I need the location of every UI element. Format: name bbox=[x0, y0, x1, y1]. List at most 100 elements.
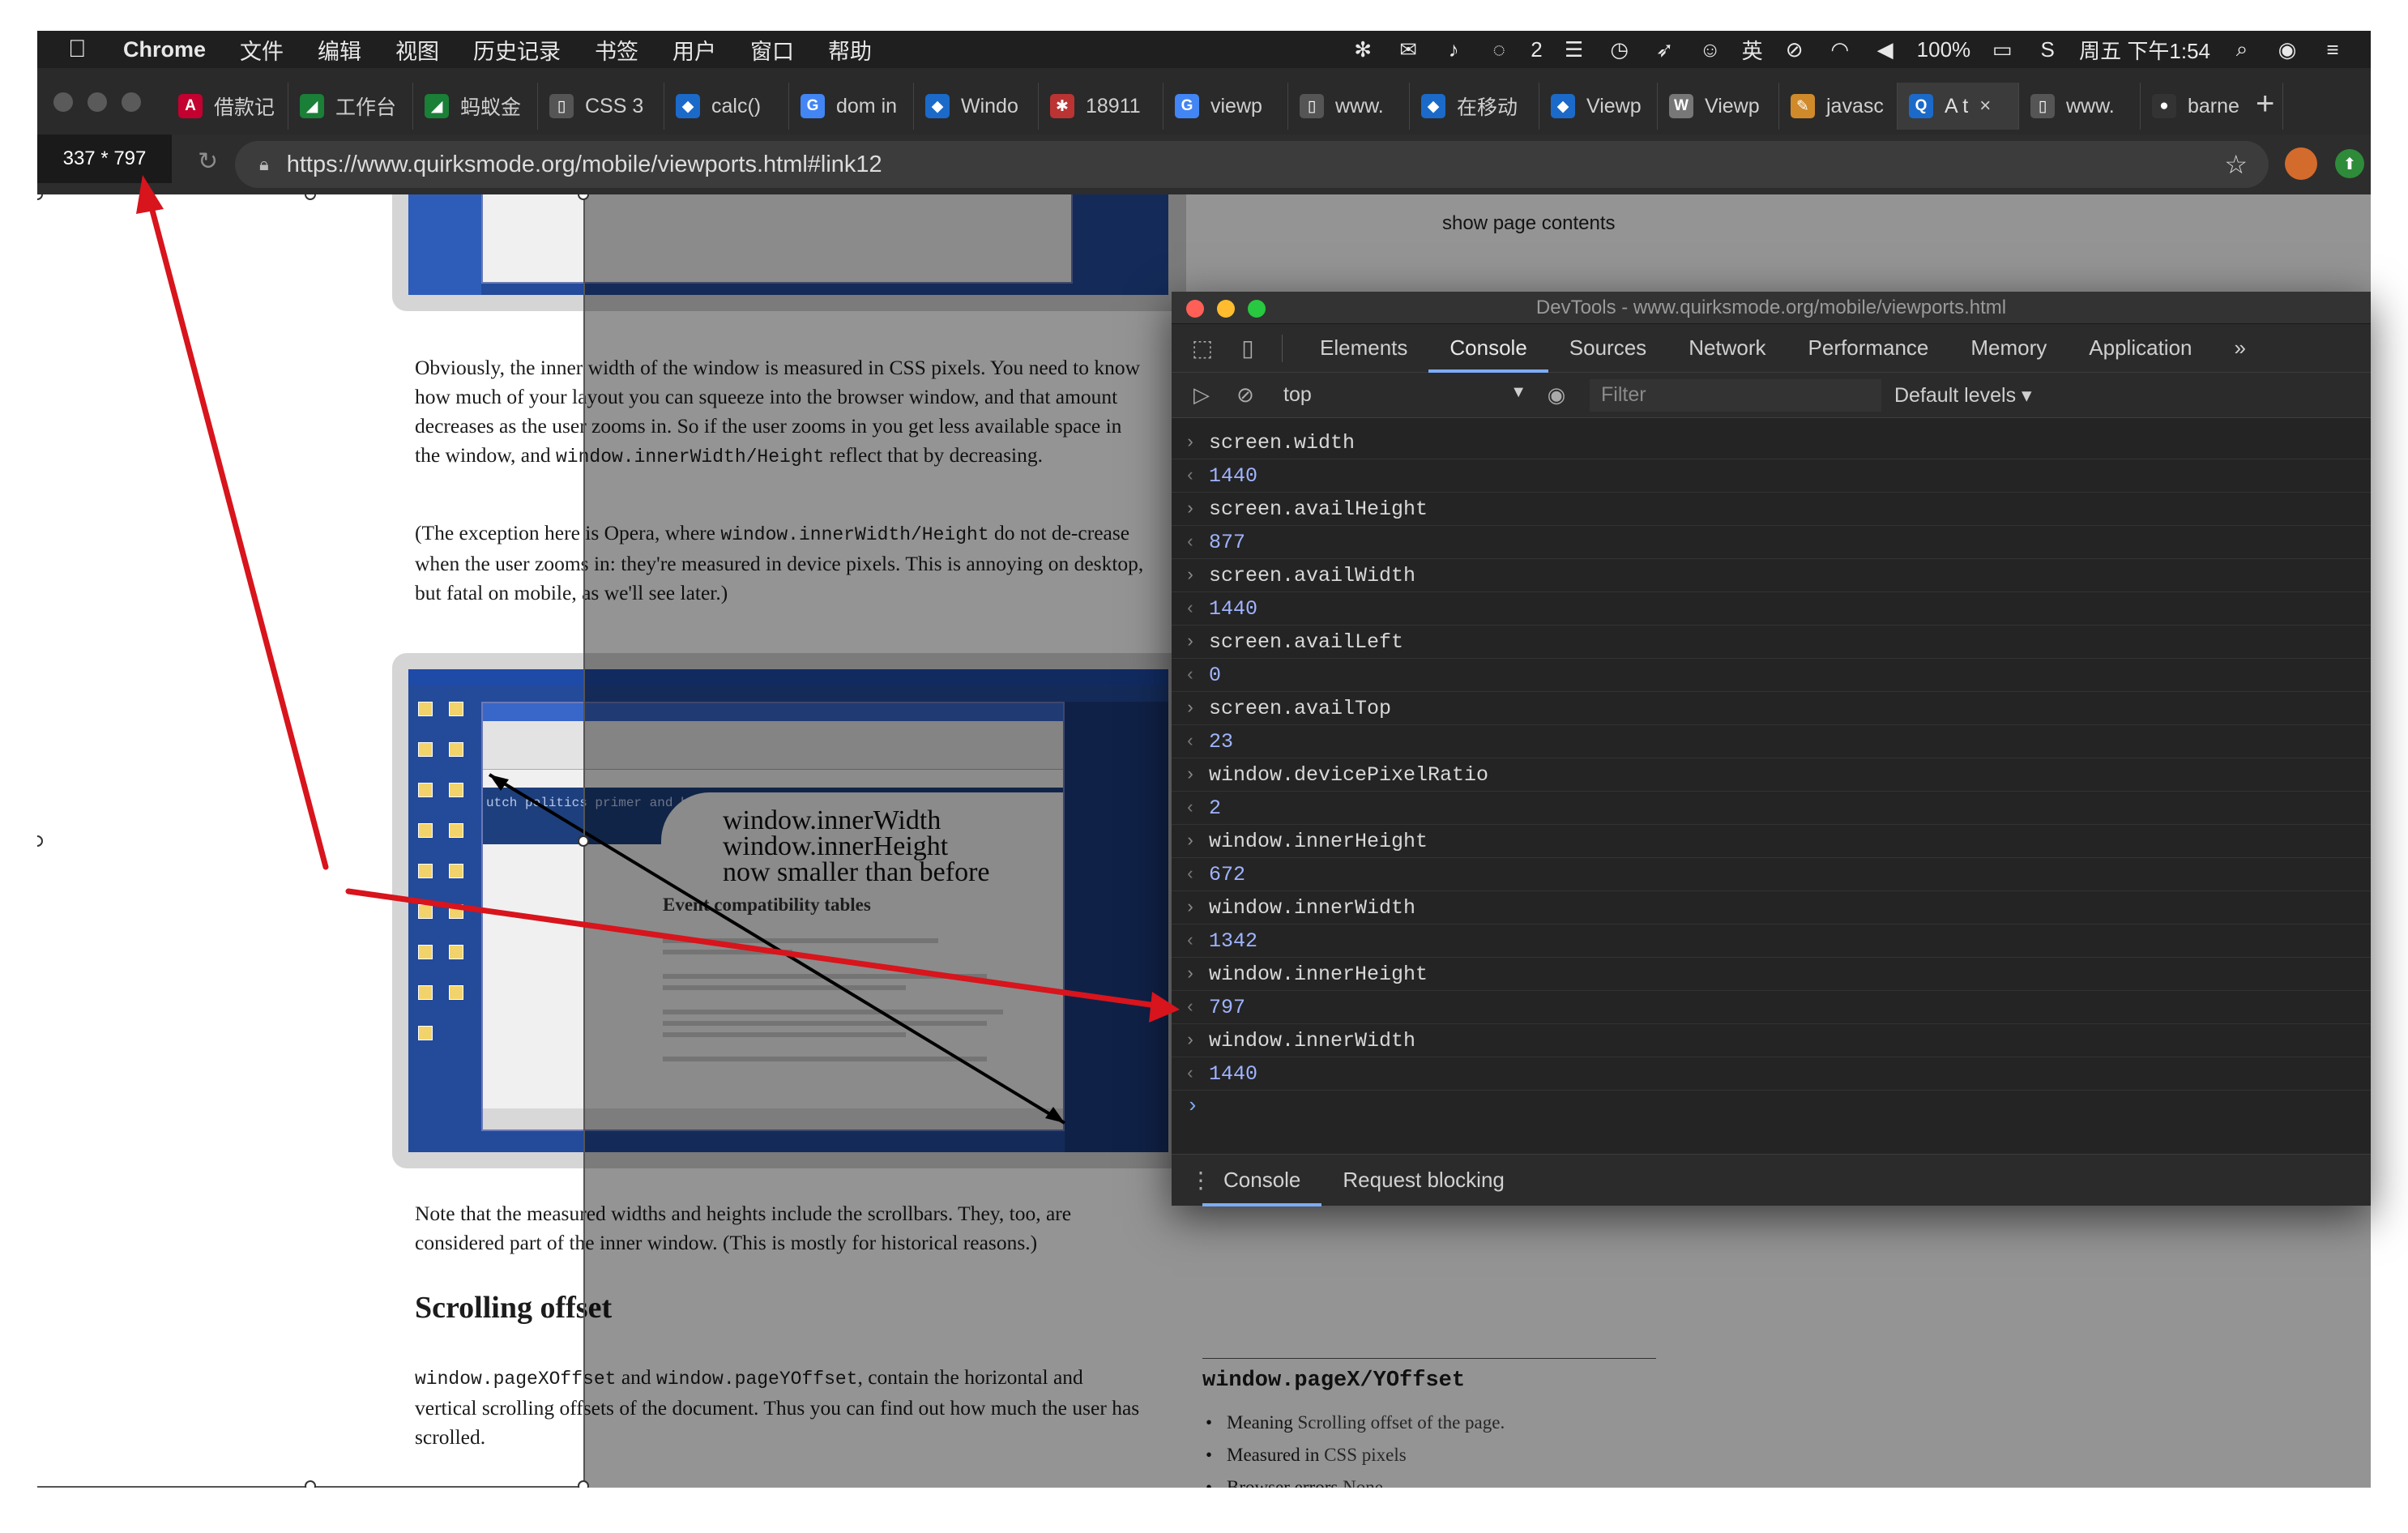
browser-tab[interactable]: ◆ calc() bbox=[664, 83, 789, 130]
browser-tab[interactable]: Gdom in bbox=[789, 83, 914, 130]
console-result-row[interactable]: ‹ 1342 bbox=[1172, 924, 2371, 958]
console-result-row[interactable]: ‹ 672 bbox=[1172, 858, 2371, 891]
devtools-zoom-button[interactable] bbox=[1248, 300, 1266, 318]
wechat-icon[interactable]: ✉ bbox=[1394, 36, 1422, 63]
tab-sources[interactable]: Sources bbox=[1548, 324, 1667, 373]
browser-tab[interactable]: ◢ 蚂蚁金 bbox=[413, 83, 538, 130]
wifi-icon[interactable]: ◠ bbox=[1826, 36, 1854, 63]
clear-console-icon[interactable]: ⊘ bbox=[1232, 382, 1259, 409]
minimize-window-button[interactable] bbox=[88, 92, 107, 112]
tab-memory[interactable]: Memory bbox=[1949, 324, 2068, 373]
console-result-row[interactable]: ‹ 1440 bbox=[1172, 1057, 2371, 1091]
console-input-row[interactable]: › window.innerWidth bbox=[1172, 891, 2371, 924]
menu-people[interactable]: 用户 bbox=[672, 34, 716, 66]
console-output[interactable]: › screen.width ‹ 1440 › screen.availHeight ‹ 87… bbox=[1172, 418, 2371, 1139]
reload-icon[interactable]: ↻ bbox=[198, 147, 218, 176]
console-input-row[interactable]: › window.innerWidth bbox=[1172, 1024, 2371, 1057]
new-tab-button[interactable]: + bbox=[2256, 86, 2274, 122]
show-page-contents-link[interactable]: show page contents bbox=[1442, 212, 1615, 235]
console-input-row[interactable]: › screen.width bbox=[1172, 426, 2371, 459]
menu-view[interactable]: 视图 bbox=[395, 34, 439, 66]
browser-tab[interactable]: ◆ Viewp bbox=[1539, 83, 1658, 130]
browser-tab[interactable]: W Viewp bbox=[1658, 83, 1779, 130]
console-filter-input[interactable]: Filter bbox=[1590, 378, 1881, 412]
menu-help[interactable]: 帮助 bbox=[828, 34, 872, 66]
lock-icon[interactable]: 🔒︎ bbox=[259, 154, 269, 175]
menu-history[interactable]: 历史记录 bbox=[473, 34, 561, 66]
browser-tab[interactable]: ◆ 在移动 bbox=[1410, 83, 1539, 130]
console-prompt-icon[interactable]: › bbox=[1186, 1094, 1199, 1118]
smiley-icon[interactable]: ☺ bbox=[1697, 36, 1724, 63]
console-input-row[interactable]: › window.devicePixelRatio bbox=[1172, 758, 2371, 792]
menu-bookmarks[interactable]: 书签 bbox=[595, 34, 638, 66]
browser-tab[interactable]: ✱ 18911 bbox=[1039, 83, 1163, 130]
browser-tab[interactable]: ◢ 工作台 bbox=[288, 83, 413, 130]
clock[interactable]: 周五 下午1:54 bbox=[2079, 35, 2210, 65]
tab-console[interactable]: Console bbox=[1428, 324, 1548, 373]
console-result-row[interactable]: ‹ 1440 bbox=[1172, 592, 2371, 626]
browser-tab[interactable]: ◆ Windo bbox=[914, 83, 1039, 130]
console-input-row[interactable]: › screen.availLeft bbox=[1172, 626, 2371, 659]
do-not-disturb-icon[interactable]: ⊘ bbox=[1781, 36, 1808, 63]
console-input-row[interactable]: › screen.availTop bbox=[1172, 692, 2371, 725]
context-selector[interactable]: top ▼ bbox=[1283, 383, 1526, 407]
show-sidebar-icon[interactable]: ▷ bbox=[1188, 382, 1215, 409]
time-machine-icon[interactable]: ◷ bbox=[1606, 36, 1633, 63]
browser-tab[interactable]: ▯ www. bbox=[1288, 83, 1410, 130]
browser-tab[interactable]: ▯ CSS 3 bbox=[538, 83, 664, 130]
volume-icon[interactable]: ◀ bbox=[1872, 36, 1899, 63]
drawer-menu-icon[interactable]: ⋮ bbox=[1189, 1167, 1212, 1194]
browser-tab[interactable]: Gviewp bbox=[1163, 83, 1288, 130]
console-result-row[interactable]: ‹ 1440 bbox=[1172, 459, 2371, 493]
tab-application[interactable]: Application bbox=[2068, 324, 2213, 373]
close-window-button[interactable] bbox=[53, 92, 73, 112]
inspect-element-icon[interactable]: ⬚ bbox=[1188, 334, 1217, 363]
url-text[interactable]: https://www.quirksmode.org/mobile/viewpo… bbox=[287, 152, 882, 178]
live-expression-eye-icon[interactable]: ◉ bbox=[1543, 382, 1570, 409]
drawer-tab-request-blocking[interactable]: Request blocking bbox=[1321, 1155, 1525, 1206]
omnibox[interactable]: 🔒︎ https://www.quirksmode.org/mobile/vie… bbox=[235, 141, 2269, 188]
stack-icon[interactable]: ☰ bbox=[1561, 36, 1588, 63]
browser-tab[interactable]: Q A t × bbox=[1898, 83, 2019, 130]
browser-tab[interactable]: A 借款记 bbox=[167, 83, 288, 130]
notification-bell-icon[interactable]: ♪ bbox=[1440, 36, 1467, 63]
browser-tab[interactable]: ✎ javasc bbox=[1779, 83, 1898, 130]
spotlight-search-icon[interactable]: ⌕ bbox=[2228, 36, 2256, 63]
tab-network[interactable]: Network bbox=[1667, 324, 1787, 373]
console-input-row[interactable]: › screen.availHeight bbox=[1172, 493, 2371, 526]
console-result-row[interactable]: ‹ 797 bbox=[1172, 991, 2371, 1024]
console-input-row[interactable]: › screen.availWidth bbox=[1172, 559, 2371, 592]
more-tabs-icon[interactable]: » bbox=[2214, 324, 2267, 373]
battery-level[interactable]: 100% bbox=[1917, 37, 1971, 62]
console-input-row[interactable]: › window.innerHeight bbox=[1172, 958, 2371, 991]
close-tab-icon[interactable]: × bbox=[1979, 95, 1991, 117]
resize-handle-bottom-right[interactable] bbox=[578, 1480, 589, 1488]
resize-handle-right-middle[interactable] bbox=[578, 835, 589, 847]
tab-elements[interactable]: Elements bbox=[1299, 324, 1428, 373]
bookmark-star-icon[interactable]: ☆ bbox=[2224, 149, 2248, 180]
menu-file[interactable]: 文件 bbox=[240, 34, 284, 66]
devtools-minimize-button[interactable] bbox=[1217, 300, 1235, 318]
xmind-icon[interactable]: ✻ bbox=[1349, 36, 1377, 63]
menu-app-name[interactable]: Chrome bbox=[123, 37, 206, 62]
browser-tab[interactable]: ▯ www. bbox=[2019, 83, 2141, 130]
tab-performance[interactable]: Performance bbox=[1787, 324, 1950, 373]
device-toolbar-icon[interactable]: ▯ bbox=[1233, 334, 1262, 363]
s-app-icon[interactable]: S bbox=[2034, 36, 2061, 63]
console-result-row[interactable]: ‹ 23 bbox=[1172, 725, 2371, 758]
console-result-row[interactable]: ‹ 877 bbox=[1172, 526, 2371, 559]
siri-icon[interactable]: ◉ bbox=[2274, 36, 2301, 63]
console-input-row[interactable]: › window.innerHeight bbox=[1172, 825, 2371, 858]
zoom-window-button[interactable] bbox=[122, 92, 141, 112]
log-levels-dropdown[interactable]: Default levels ▾ bbox=[1894, 383, 2032, 408]
apple-icon[interactable]:  bbox=[68, 36, 107, 63]
paper-plane-icon[interactable]: ➶ bbox=[1651, 36, 1679, 63]
input-method[interactable]: 英 bbox=[1742, 35, 1763, 65]
devtools-close-button[interactable] bbox=[1186, 300, 1204, 318]
notification-center-icon[interactable]: ≡ bbox=[2319, 36, 2346, 63]
menu-window[interactable]: 窗口 bbox=[750, 34, 794, 66]
profile-avatar[interactable] bbox=[2285, 147, 2317, 180]
chat-bubble-icon[interactable]: ◌ bbox=[1485, 36, 1513, 63]
drawer-tab-console[interactable]: Console bbox=[1202, 1155, 1322, 1206]
console-result-row[interactable]: ‹ 0 bbox=[1172, 659, 2371, 692]
